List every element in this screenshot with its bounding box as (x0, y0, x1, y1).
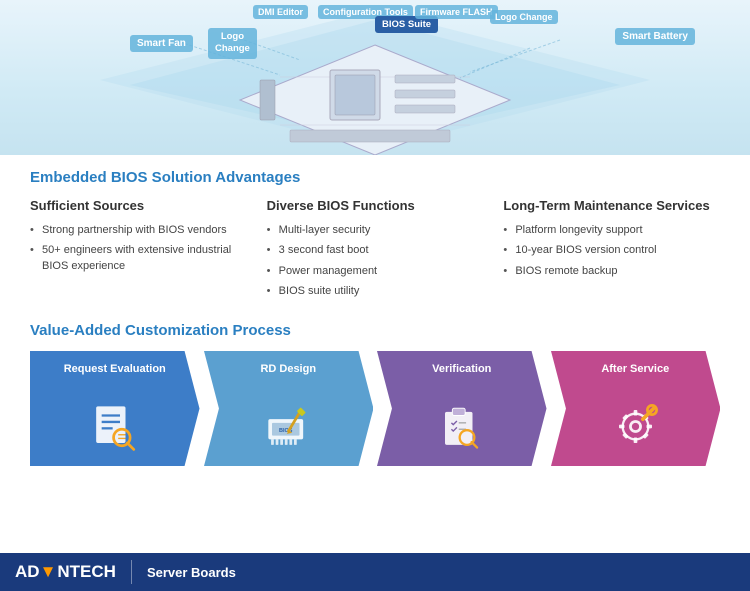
sufficient-sources-title: Sufficient Sources (30, 198, 247, 215)
step-rd-design: RD Design BIOS (204, 351, 374, 466)
label-smart-battery: Smart Battery (615, 28, 695, 45)
step4-label-area: After Service (551, 351, 721, 387)
list-item: Strong partnership with BIOS vendors (30, 223, 247, 238)
step3-label: Verification (427, 363, 496, 376)
step2-label-area: RD Design (204, 351, 374, 387)
process-steps: Request Evaluation (30, 351, 720, 466)
long-term-col: Long-Term Maintenance Services Platform … (503, 198, 720, 304)
footer-logo: AD▼NTECH (15, 562, 116, 582)
step1-label: Request Evaluation (59, 363, 171, 376)
step1-icon-area (30, 387, 200, 466)
label-dmi-editor: DMI Editor (253, 5, 308, 19)
step2-label: RD Design (255, 363, 321, 376)
diverse-functions-list: Multi-layer security 3 second fast boot … (267, 223, 484, 300)
label-logo-change-right: Logo Change (490, 10, 558, 24)
step3-icon-area (377, 387, 547, 466)
step1-label-area: Request Evaluation (30, 351, 200, 387)
sufficient-sources-list: Strong partnership with BIOS vendors 50+… (30, 223, 247, 274)
list-item: 10-year BIOS version control (503, 243, 720, 258)
step-after-service: After Service (551, 351, 721, 466)
advantages-grid: Sufficient Sources Strong partnership wi… (30, 198, 720, 304)
list-item: 3 second fast boot (267, 243, 484, 258)
search-doc-icon (87, 399, 142, 454)
label-logo-change-left: LogoChange (208, 28, 257, 59)
value-section-title: Value-Added Customization Process (30, 322, 720, 339)
long-term-list: Platform longevity support 10-year BIOS … (503, 223, 720, 279)
list-item: BIOS suite utility (267, 284, 484, 299)
step-request-evaluation: Request Evaluation (30, 351, 200, 466)
wrench-icon (608, 399, 663, 454)
label-smart-fan: Smart Fan (130, 35, 193, 52)
list-item: BIOS remote backup (503, 264, 720, 279)
diverse-functions-col: Diverse BIOS Functions Multi-layer secur… (267, 198, 504, 304)
label-firmware-flash: Firmware FLASH (415, 5, 498, 19)
step4-icon-area (551, 387, 721, 466)
clipboard-search-icon (434, 399, 489, 454)
step-verification: Verification (377, 351, 547, 466)
main-content: Embedded BIOS Solution Advantages Suffic… (0, 155, 750, 476)
list-item: Multi-layer security (267, 223, 484, 238)
step4-label: After Service (596, 363, 674, 376)
footer-subtitle: Server Boards (147, 565, 236, 580)
bios-chip-icon: BIOS (261, 399, 316, 454)
sufficient-sources-col: Sufficient Sources Strong partnership wi… (30, 198, 267, 304)
diverse-functions-title: Diverse BIOS Functions (267, 198, 484, 215)
footer-brand: AD▼NTECH (0, 562, 116, 582)
embedded-section-title: Embedded BIOS Solution Advantages (30, 169, 720, 186)
list-item: 50+ engineers with extensive industrial … (30, 243, 247, 274)
step3-label-area: Verification (377, 351, 547, 387)
list-item: Power management (267, 264, 484, 279)
long-term-title: Long-Term Maintenance Services (503, 198, 720, 215)
diagram-area: Smart Fan LogoChange DMI Editor Configur… (0, 0, 750, 155)
step2-icon-area: BIOS (204, 387, 374, 466)
footer-divider (131, 560, 132, 584)
list-item: Platform longevity support (503, 223, 720, 238)
footer: AD▼NTECH Server Boards (0, 553, 750, 591)
